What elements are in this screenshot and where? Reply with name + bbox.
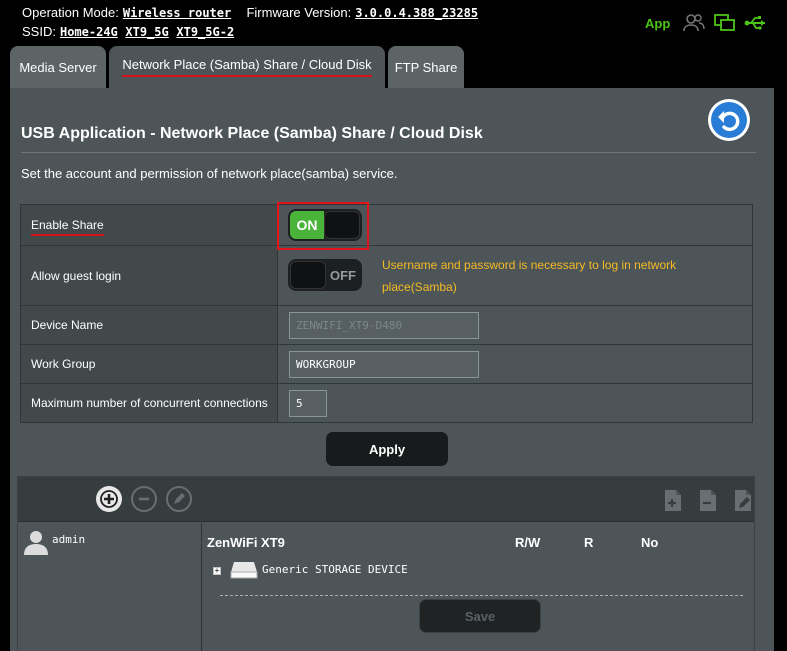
guest-login-label: Allow guest login [20, 245, 278, 306]
column-read: R [584, 535, 594, 550]
guest-login-hint: Username and password is necessary to lo… [382, 258, 677, 294]
add-folder-icon[interactable] [663, 489, 685, 518]
firmware-link[interactable]: 3.0.0.4.388_23285 [355, 6, 478, 20]
tab-label: Network Place (Samba) Share / Cloud Disk [122, 57, 372, 77]
page-description: Set the account and permission of networ… [21, 166, 398, 181]
ssid-link-5g-2[interactable]: XT9_5G-2 [176, 25, 234, 39]
delete-folder-icon[interactable] [698, 489, 720, 518]
max-connections-input[interactable] [289, 390, 327, 417]
row-guest-login: Allow guest login OFF Username and passw… [20, 245, 753, 306]
max-connections-label: Maximum number of concurrent connections [20, 383, 278, 423]
row-device-name: Device Name [20, 305, 753, 345]
device-name-label: Device Name [20, 305, 278, 345]
tree-title: ZenWiFi XT9 [207, 535, 285, 550]
tree-divider [220, 595, 743, 596]
operation-mode-row: Operation Mode: Wireless router Firmware … [22, 5, 478, 20]
ssid-link-24g[interactable]: Home-24G [60, 25, 118, 39]
user-avatar-icon [22, 529, 50, 560]
column-no-access: No [641, 535, 659, 550]
edit-folder-icon[interactable] [733, 489, 755, 518]
toggle-off-label: OFF [330, 267, 356, 283]
app-link[interactable]: App [645, 16, 670, 31]
ssid-label: SSID: [22, 24, 56, 39]
main-panel: USB Application - Network Place (Samba) … [10, 88, 774, 651]
tab-samba-share[interactable]: Network Place (Samba) Share / Cloud Disk [109, 46, 385, 88]
account-permission-panel: admin ZenWiFi XT9 R/W R No + Generic STO… [17, 476, 755, 651]
apply-button[interactable]: Apply [326, 432, 448, 466]
operation-mode-link[interactable]: Wireless router [123, 6, 231, 20]
add-account-icon[interactable] [96, 486, 122, 512]
folder-permission-tree: ZenWiFi XT9 R/W R No + Generic STORAGE D… [203, 523, 754, 651]
tab-label: FTP Share [394, 59, 458, 75]
account-list: admin [18, 523, 202, 651]
back-button[interactable] [708, 99, 750, 141]
tab-media-server[interactable]: Media Server [10, 46, 106, 88]
highlight-box [277, 202, 369, 250]
usb-icon[interactable] [744, 13, 768, 36]
row-enable-share: Enable Share ON [20, 204, 753, 246]
work-group-input[interactable] [289, 351, 479, 378]
settings-table: Enable Share ON Allow guest login OFF Us… [20, 204, 753, 423]
expand-icon[interactable]: + [213, 567, 221, 575]
page-title: USB Application - Network Place (Samba) … [21, 125, 483, 142]
back-arrow-icon [711, 102, 747, 138]
status-bar: Operation Mode: Wireless router Firmware … [0, 0, 787, 46]
toggle-knob [290, 261, 326, 289]
title-divider [21, 152, 756, 153]
edit-account-icon[interactable] [166, 486, 192, 512]
row-max-connections: Maximum number of concurrent connections [20, 383, 753, 423]
account-name: admin [52, 533, 86, 546]
operation-mode-label: Operation Mode: [22, 5, 119, 20]
work-group-label: Work Group [20, 344, 278, 384]
remove-account-icon[interactable] [131, 486, 157, 512]
storage-device-icon [230, 560, 258, 585]
tab-label: Media Server [19, 59, 97, 75]
column-read-write: R/W [515, 535, 541, 550]
users-icon[interactable] [683, 13, 705, 36]
ssid-link-5g[interactable]: XT9_5G [125, 25, 168, 39]
account-toolbar [18, 477, 754, 522]
storage-device-label[interactable]: Generic STORAGE DEVICE [262, 563, 408, 576]
device-name-input[interactable] [289, 312, 479, 339]
guest-login-toggle[interactable]: OFF [288, 259, 362, 291]
firmware-label: Firmware Version: [246, 5, 352, 20]
save-button[interactable]: Save [419, 599, 541, 633]
tab-ftp-share[interactable]: FTP Share [388, 46, 464, 88]
network-monitor-icon[interactable] [714, 13, 736, 36]
enable-share-label: Enable Share [31, 218, 104, 236]
ssid-row: SSID: Home-24G XT9_5G XT9_5G-2 [22, 24, 234, 39]
row-work-group: Work Group [20, 344, 753, 384]
